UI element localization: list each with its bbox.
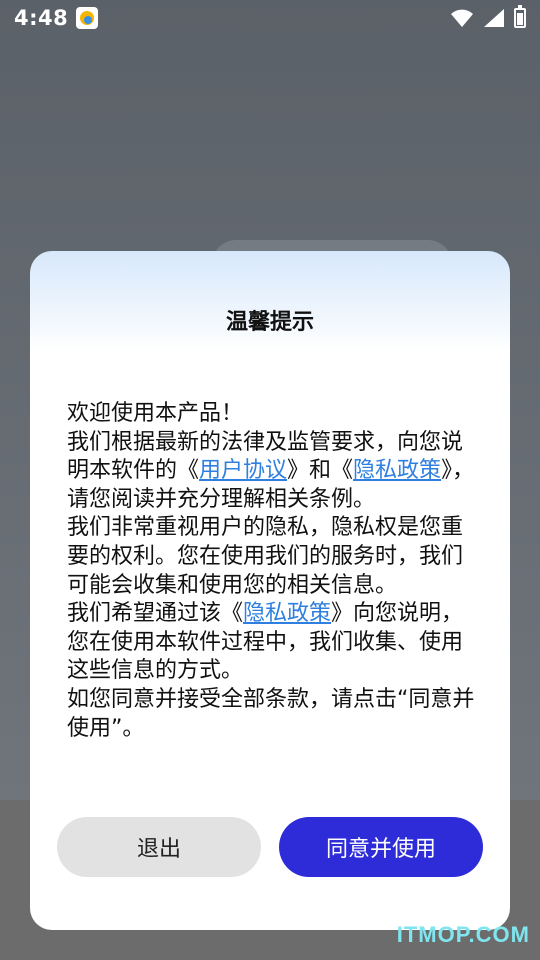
watermark: ITMOP.COM — [396, 922, 530, 947]
body-intro-and: 》和《 — [287, 458, 354, 484]
exit-button[interactable]: 退出 — [57, 817, 261, 877]
status-time: 4:48 — [14, 6, 69, 30]
body-hope: 我们希望通过该《 — [67, 601, 244, 627]
app-notification-icon — [76, 7, 99, 29]
dialog-title: 温馨提示 — [225, 310, 314, 335]
battery-icon — [514, 5, 526, 28]
dialog-body: 欢迎使用本产品！ 我们根据最新的法律及监管要求，向您说明本软件的《用户协议》和《… — [67, 400, 477, 743]
wifi-icon — [451, 9, 473, 27]
status-bar: 4:48 — [0, 0, 540, 36]
signal-icon — [484, 9, 504, 27]
dialog-actions: 退出 同意并使用 — [57, 817, 483, 877]
body-privacy-importance: 我们非常重视用户的隐私，隐私权是您重要的权利。您在使用我们的服务时，我们可能会收… — [67, 515, 464, 598]
privacy-dialog: 温馨提示 欢迎使用本产品！ 我们根据最新的法律及监管要求，向您说明本软件的《用户… — [30, 251, 510, 930]
status-icons — [450, 5, 526, 28]
privacy-policy-link[interactable]: 隐私政策 — [353, 458, 441, 483]
agree-and-use-button[interactable]: 同意并使用 — [279, 817, 483, 877]
body-consent: 如您同意并接受全部条款，请点击“同意并使用”。 — [67, 686, 475, 741]
user-agreement-link[interactable]: 用户协议 — [199, 458, 287, 483]
body-welcome: 欢迎使用本产品！ — [67, 401, 244, 426]
privacy-policy-link-2[interactable]: 隐私政策 — [243, 601, 331, 626]
